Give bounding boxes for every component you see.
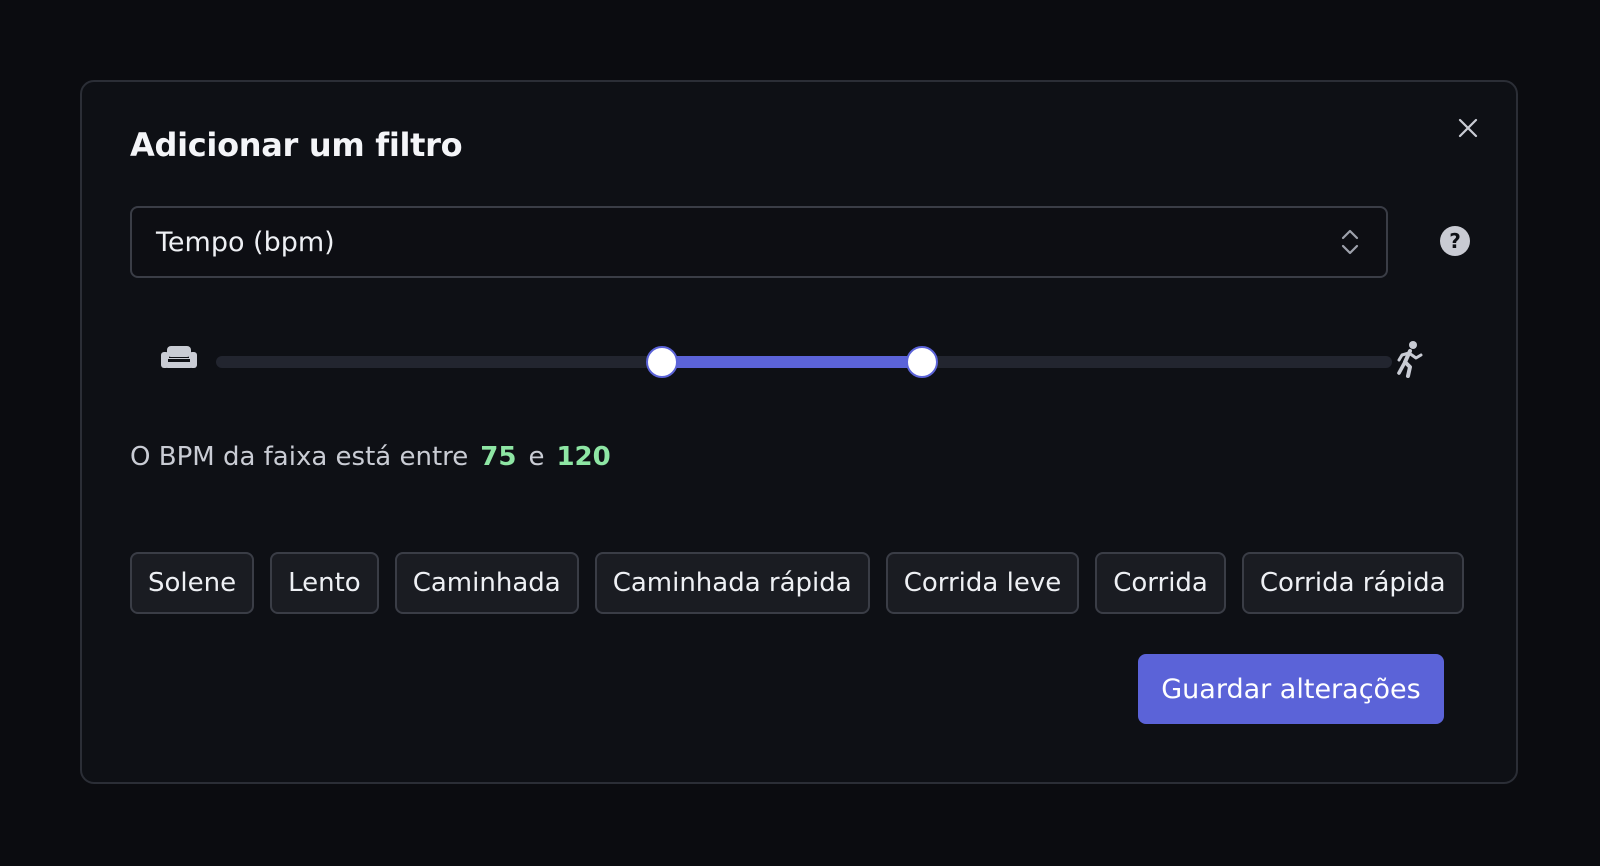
range-summary-prefix: O BPM da faixa está entre bbox=[130, 442, 469, 472]
preset-caminhada[interactable]: Caminhada bbox=[394, 552, 579, 614]
preset-caminhada-rapida[interactable]: Caminhada rápida bbox=[594, 552, 870, 614]
preset-lento[interactable]: Lento bbox=[270, 552, 379, 614]
preset-corrida-leve[interactable]: Corrida leve bbox=[885, 552, 1080, 614]
range-high-value: 120 bbox=[556, 442, 611, 472]
preset-solene[interactable]: Solene bbox=[130, 552, 255, 614]
close-icon bbox=[1458, 118, 1478, 138]
range-low-value: 75 bbox=[480, 442, 517, 472]
range-summary-joiner: e bbox=[528, 442, 545, 472]
dialog-title: Adicionar um filtro bbox=[130, 126, 463, 164]
help-button[interactable]: ? bbox=[1440, 226, 1470, 256]
bpm-range-summary: O BPM da faixa está entre 75 e 120 bbox=[130, 442, 611, 472]
running-person-icon bbox=[1397, 341, 1423, 378]
preset-corrida[interactable]: Corrida bbox=[1095, 552, 1226, 614]
sofa-icon bbox=[161, 346, 197, 368]
chevron-up-down-icon bbox=[1341, 229, 1359, 255]
bpm-range-slider[interactable] bbox=[216, 346, 1392, 378]
filter-type-select[interactable]: Tempo (bpm) bbox=[130, 206, 1388, 278]
preset-corrida-rapida[interactable]: Corrida rápida bbox=[1241, 552, 1464, 614]
add-filter-dialog: Adicionar um filtro Tempo (bpm) ? O BPM … bbox=[80, 80, 1518, 784]
filter-type-value: Tempo (bpm) bbox=[156, 226, 335, 258]
save-button[interactable]: Guardar alterações bbox=[1138, 654, 1444, 724]
slider-thumb-max[interactable] bbox=[905, 346, 938, 378]
slider-thumb-min[interactable] bbox=[645, 346, 678, 378]
slider-selected-range bbox=[661, 356, 922, 368]
tempo-preset-list: Solene Lento Caminhada Caminhada rápida … bbox=[130, 552, 1464, 614]
close-button[interactable] bbox=[1452, 112, 1484, 144]
question-circle-icon: ? bbox=[1449, 229, 1461, 253]
